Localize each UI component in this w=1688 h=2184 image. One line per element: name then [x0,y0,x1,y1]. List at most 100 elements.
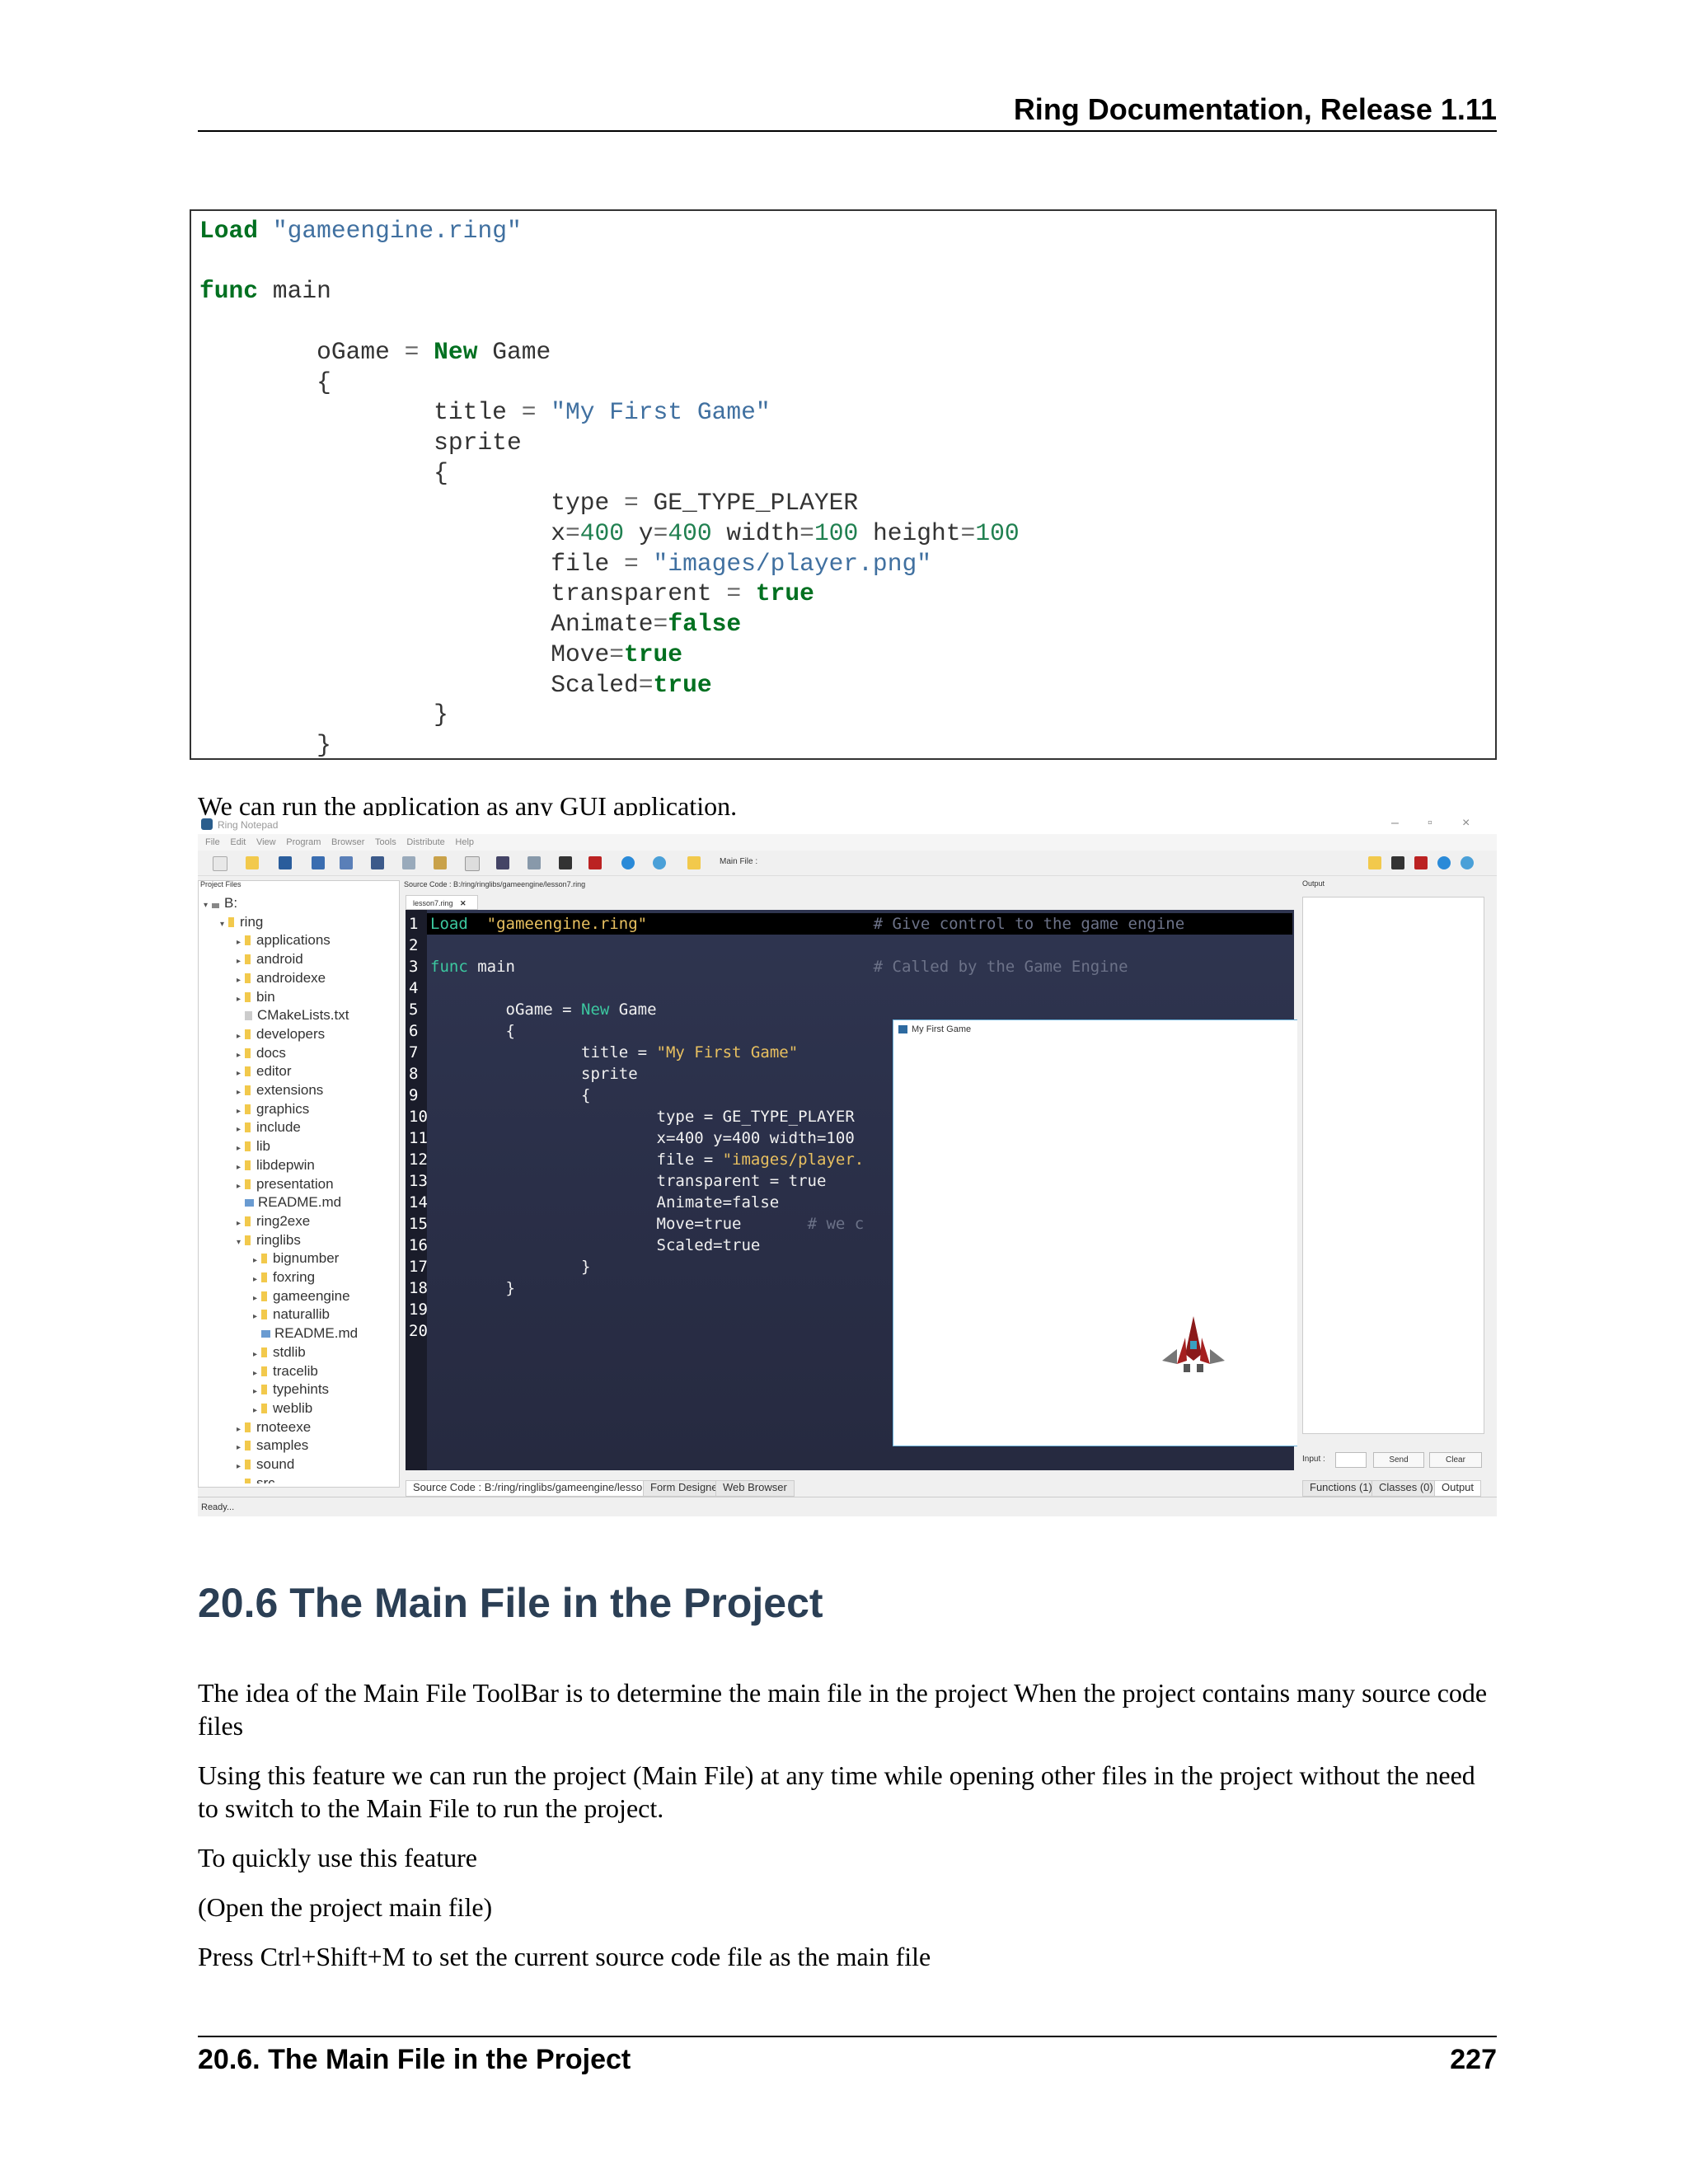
tree-folder[interactable]: ▸ editor [237,1062,292,1083]
tree-folder[interactable]: ▸ include [237,1118,301,1139]
expand-arrow-icon[interactable]: ▸ [253,1271,261,1289]
expand-arrow-icon[interactable]: ▸ [253,1365,261,1383]
close-icon[interactable]: × [1462,816,1470,831]
tab-classes[interactable]: Classes (0) [1372,1480,1441,1497]
input-field[interactable] [1335,1452,1367,1468]
expand-arrow-icon[interactable]: ▸ [237,934,245,952]
tree-folder[interactable]: ▸ sound [237,1455,294,1476]
player-ship-sprite[interactable] [1159,1313,1228,1382]
expand-arrow-icon[interactable]: ▸ [237,1477,245,1483]
tree-file[interactable]: CMakeLists.txt [237,1006,349,1024]
main-run-icon[interactable] [1391,856,1404,869]
expand-arrow-icon[interactable]: ▸ [237,1103,245,1121]
expand-arrow-icon[interactable]: ▸ [237,1439,245,1457]
expand-arrow-icon[interactable]: ▸ [253,1383,261,1401]
expand-arrow-icon[interactable]: ▸ [237,1028,245,1046]
expand-arrow-icon[interactable]: ▸ [237,1178,245,1196]
expand-arrow-icon[interactable]: ▸ [253,1290,261,1308]
tree-folder[interactable]: ▸ gameengine [253,1287,350,1308]
output-textbox[interactable] [1302,897,1484,1434]
cut-icon[interactable] [371,856,384,869]
expand-arrow-icon[interactable]: ▸ [237,1121,245,1139]
tab-functions[interactable]: Functions (1) [1302,1480,1380,1497]
menu-distribute[interactable]: Distribute [406,834,444,851]
tree-folder[interactable]: ▸ ring2exe [237,1212,310,1233]
tree-folder[interactable]: ▸ extensions [237,1081,323,1102]
menu-edit[interactable]: Edit [230,834,246,851]
tree-folder[interactable]: ▸ tracelib [253,1362,318,1383]
tree-folder[interactable]: ▸ src [237,1474,275,1483]
find-icon[interactable] [465,856,480,871]
expand-arrow-icon[interactable]: ▸ [237,953,245,971]
tree-folder[interactable]: ▸ bin [237,988,275,1009]
new-file-icon[interactable] [213,856,227,871]
tree-folder[interactable]: ▾ B: [204,894,237,915]
expand-arrow-icon[interactable]: ▸ [237,1421,245,1439]
expand-arrow-icon[interactable]: ▸ [237,1065,245,1083]
menu-program[interactable]: Program [286,834,321,851]
save-icon[interactable] [279,856,292,869]
undo-icon[interactable] [340,856,353,869]
tree-folder[interactable]: ▸ developers [237,1025,325,1046]
tree-folder[interactable]: ▸ libdepwin [237,1156,315,1177]
expand-arrow-icon[interactable]: ▾ [220,916,228,934]
open-main-icon[interactable] [687,856,701,869]
clear-button[interactable]: Clear [1429,1452,1482,1468]
tree-folder[interactable]: ▸ presentation [237,1175,334,1196]
run-icon[interactable] [559,856,572,869]
tree-folder[interactable]: ▸ androidexe [237,969,326,990]
open-folder-icon[interactable] [246,856,259,869]
tree-folder[interactable]: ▸ bignumber [253,1249,339,1270]
minimize-icon[interactable]: – [1391,816,1399,831]
tree-folder[interactable]: ▸ typehints [253,1380,329,1401]
menu-view[interactable]: View [256,834,276,851]
tree-folder[interactable]: ▸ android [237,950,303,971]
tree-folder[interactable]: ▸ applications [237,931,331,952]
expand-arrow-icon[interactable]: ▸ [237,1159,245,1177]
tab-lesson7[interactable]: lesson7.ring ✕ [406,895,478,910]
expand-arrow-icon[interactable]: ▸ [253,1402,261,1420]
tree-folder[interactable]: ▸ samples [237,1436,308,1457]
main-debug-icon[interactable] [1414,856,1428,869]
tree-file[interactable]: README.md [253,1324,358,1343]
tab-source-code[interactable]: Source Code : B:/ring/ringlibs/gameengin… [406,1480,682,1497]
web-icon[interactable] [653,856,666,869]
save-as-icon[interactable] [312,856,325,869]
maximize-icon[interactable]: ▫ [1428,816,1432,831]
menu-tools[interactable]: Tools [375,834,396,851]
tab-output[interactable]: Output [1434,1480,1482,1497]
menu-file[interactable]: File [205,834,220,851]
tree-folder[interactable]: ▸ naturallib [253,1305,330,1326]
main-open-icon[interactable] [1368,856,1381,869]
copy-icon[interactable] [402,856,415,869]
tree-folder[interactable]: ▾ ring [220,913,263,934]
expand-arrow-icon[interactable]: ▸ [253,1252,261,1270]
expand-arrow-icon[interactable]: ▸ [253,1346,261,1364]
close-tab-icon[interactable]: ✕ [460,899,467,907]
tree-folder[interactable]: ▸ weblib [253,1399,312,1420]
main-play-icon[interactable] [1437,856,1451,869]
expand-arrow-icon[interactable]: ▸ [253,1308,261,1326]
tree-file[interactable]: README.md [237,1193,341,1212]
play-icon[interactable] [621,856,635,869]
debug-icon[interactable] [588,856,602,869]
expand-arrow-icon[interactable]: ▾ [237,1234,245,1252]
tree-folder[interactable]: ▾ ringlibs [237,1231,301,1252]
send-button[interactable]: Send [1373,1452,1424,1468]
main-web-icon[interactable] [1461,856,1474,869]
expand-arrow-icon[interactable]: ▸ [237,1084,245,1102]
tab-web-browser[interactable]: Web Browser [715,1480,795,1497]
paste-icon[interactable] [434,856,447,869]
expand-arrow-icon[interactable]: ▸ [237,972,245,990]
tree-folder[interactable]: ▸ foxring [253,1268,315,1289]
tree-folder[interactable]: ▸ stdlib [253,1343,306,1364]
tree-folder[interactable]: ▸ rnoteexe [237,1418,311,1439]
menu-help[interactable]: Help [455,834,474,851]
tree-folder[interactable]: ▸ docs [237,1044,286,1065]
tree-folder[interactable]: ▸ lib [237,1137,270,1158]
expand-arrow-icon[interactable]: ▾ [204,897,212,915]
expand-arrow-icon[interactable]: ▸ [237,991,245,1009]
print-icon[interactable] [528,856,541,869]
edit-icon[interactable] [496,856,509,869]
menu-browser[interactable]: Browser [331,834,364,851]
